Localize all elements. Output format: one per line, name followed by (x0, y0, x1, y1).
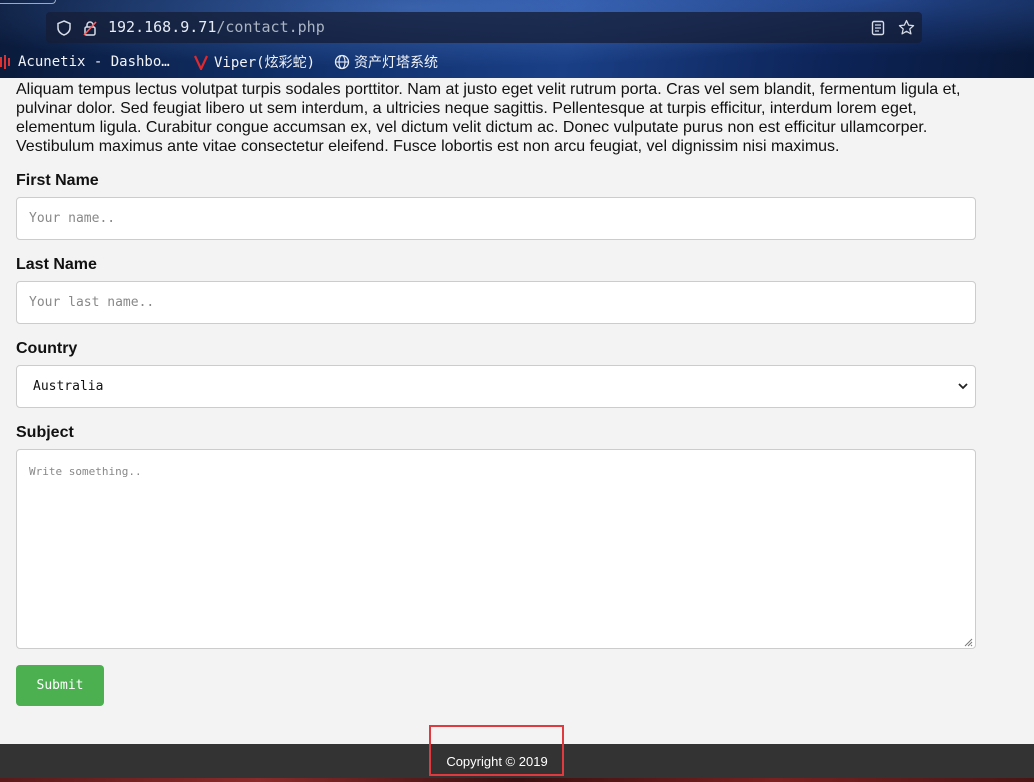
globe-icon (334, 54, 350, 70)
tab-edge (0, 0, 56, 4)
subject-placeholder: Write something.. (29, 465, 142, 478)
first-name-input[interactable]: Your name.. (16, 197, 976, 240)
acunetix-icon (0, 54, 10, 70)
first-name-label: First Name (16, 172, 99, 189)
country-select[interactable]: Australia (16, 365, 976, 408)
page-content: Aliquam tempus lectus volutpat turpis so… (16, 80, 976, 156)
bookmark-asset-lighthouse[interactable]: 资产灯塔系统 (334, 50, 438, 74)
bookmark-star-icon[interactable] (896, 12, 916, 43)
reader-view-icon[interactable] (868, 12, 888, 43)
insecure-lock-icon[interactable] (80, 12, 100, 43)
bookmark-label: 资产灯塔系统 (354, 55, 438, 71)
last-name-placeholder: Your last name.. (29, 295, 155, 310)
bookmarks-bar: Acunetix - Dashbo… Viper(炫彩蛇) 资产灯塔系统 (0, 50, 1034, 74)
country-selected-value: Australia (33, 379, 104, 394)
bookmark-label: Acunetix - Dashbo… (18, 54, 170, 70)
url-host: 192.168.9.71 (108, 18, 217, 36)
highlight-box (429, 725, 564, 776)
taskbar-strip (0, 778, 1034, 782)
viper-icon (194, 54, 208, 72)
last-name-label: Last Name (16, 256, 97, 273)
subject-label: Subject (16, 424, 74, 441)
chevron-down-icon (957, 380, 969, 392)
shield-icon[interactable] (54, 12, 74, 43)
address-bar[interactable]: 192.168.9.71/contact.php (46, 12, 922, 43)
submit-button[interactable]: Submit (16, 665, 104, 706)
browser-chrome: 192.168.9.71/contact.php Acunetix - Dash… (0, 0, 1034, 78)
resize-grip-icon[interactable] (964, 637, 973, 647)
intro-paragraph: Aliquam tempus lectus volutpat turpis so… (16, 81, 961, 155)
first-name-placeholder: Your name.. (29, 211, 116, 226)
bookmark-viper[interactable]: Viper(炫彩蛇) (194, 50, 315, 74)
bookmark-label: Viper(炫彩蛇) (214, 55, 316, 71)
url-text[interactable]: 192.168.9.71/contact.php (108, 12, 325, 43)
last-name-input[interactable]: Your last name.. (16, 281, 976, 324)
subject-textarea[interactable]: Write something.. (16, 449, 976, 649)
bookmark-acunetix[interactable]: Acunetix - Dashbo… (0, 50, 170, 74)
country-label: Country (16, 340, 78, 357)
url-path: /contact.php (216, 18, 325, 36)
